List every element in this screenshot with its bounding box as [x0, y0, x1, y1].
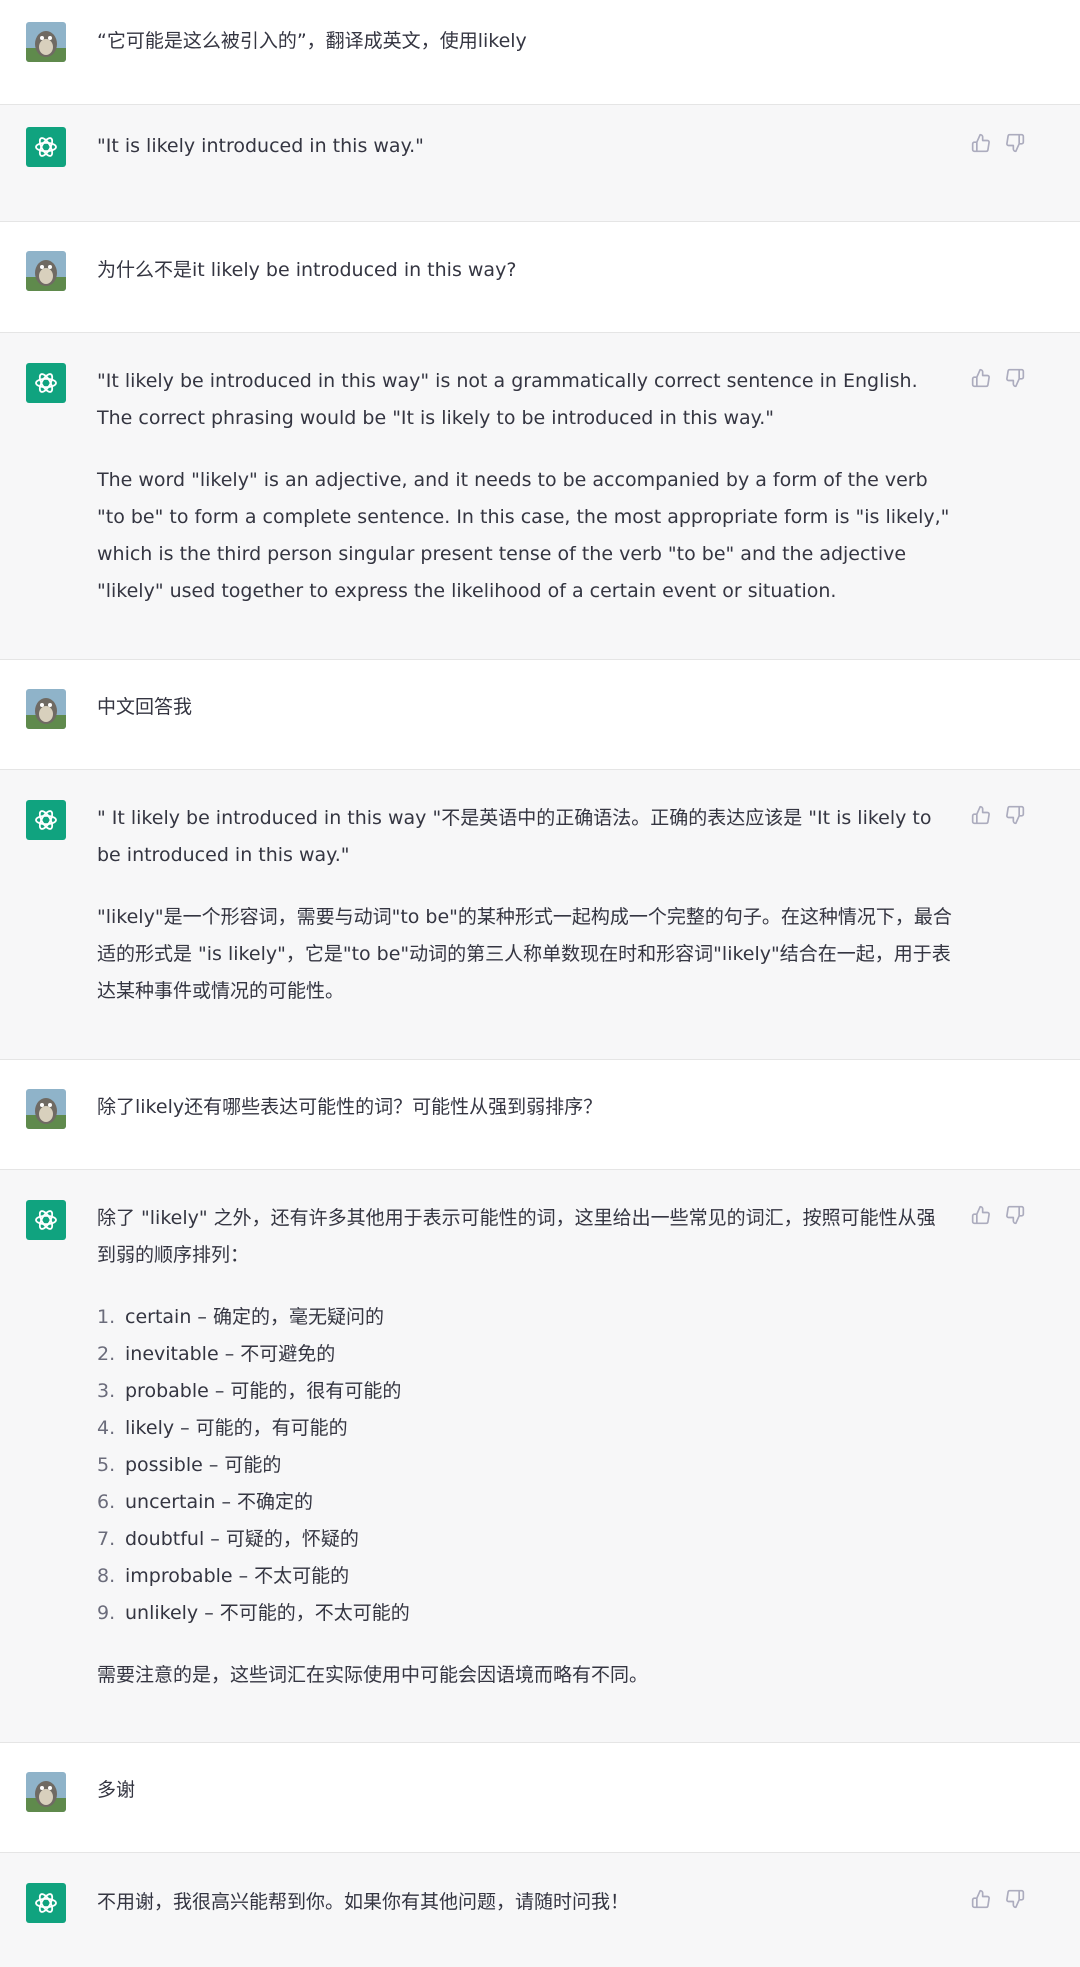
message-actions [968, 130, 1028, 160]
list-item: 7. doubtful – 可疑的，怀疑的 [97, 1528, 359, 1550]
thumbs-up-icon[interactable] [968, 1886, 994, 1912]
list-item: 3. probable – 可能的，很有可能的 [97, 1380, 402, 1402]
user-message: 多谢 [0, 1743, 1080, 1853]
user-avatar [26, 251, 66, 291]
list-item: 1. certain – 确定的，毫无疑问的 [97, 1306, 384, 1328]
assistant-message-text: 除了 "likely" 之外，还有许多其他用于表示可能性的词，这里给出一些常见的… [97, 1200, 953, 1694]
assistant-message: "It is likely introduced in this way." [0, 105, 1080, 222]
user-avatar [26, 1089, 66, 1129]
openai-logo-icon [26, 1200, 66, 1240]
thumbs-up-icon[interactable] [968, 802, 994, 828]
thumbs-up-icon[interactable] [968, 365, 994, 391]
list-item: 2. inevitable – 不可避免的 [97, 1343, 336, 1365]
list-item: 5. possible – 可能的 [97, 1454, 282, 1476]
assistant-message: " It likely be introduced in this way "不… [0, 770, 1080, 1060]
list-item: 8. improbable – 不太可能的 [97, 1565, 350, 1587]
assistant-message-text: "It is likely introduced in this way." [97, 135, 424, 157]
message-actions [968, 365, 1028, 395]
thumbs-down-icon[interactable] [1002, 130, 1028, 156]
thumbs-up-icon[interactable] [968, 130, 994, 156]
user-message-text: “它可能是这么被引入的”，翻译成英文，使用likely [97, 30, 527, 52]
user-message-text: 中文回答我 [97, 696, 193, 718]
message-actions [968, 1202, 1028, 1232]
list-item: 9. unlikely – 不可能的，不太可能的 [97, 1602, 410, 1624]
openai-logo-icon [26, 127, 66, 167]
user-message: 为什么不是it likely be introduced in this way… [0, 222, 1080, 333]
user-message-text: 除了likely还有哪些表达可能性的词？可能性从强到弱排序？ [97, 1096, 603, 1118]
assistant-message-text: 不用谢，我很高兴能帮到你。如果你有其他问题，请随时问我！ [97, 1891, 630, 1913]
user-message-text: 为什么不是it likely be introduced in this way… [97, 259, 517, 281]
openai-logo-icon [26, 1883, 66, 1923]
thumbs-up-icon[interactable] [968, 1202, 994, 1228]
message-actions [968, 802, 1028, 832]
user-message: “它可能是这么被引入的”，翻译成英文，使用likely [0, 0, 1080, 105]
user-message: 除了likely还有哪些表达可能性的词？可能性从强到弱排序？ [0, 1060, 1080, 1170]
thumbs-down-icon[interactable] [1002, 802, 1028, 828]
thumbs-down-icon[interactable] [1002, 1202, 1028, 1228]
assistant-message: "It likely be introduced in this way" is… [0, 333, 1080, 660]
openai-logo-icon [26, 363, 66, 403]
conversation-thread: “它可能是这么被引入的”，翻译成英文，使用likely "It is likel… [0, 0, 1080, 1967]
thumbs-down-icon[interactable] [1002, 365, 1028, 391]
user-message-text: 多谢 [97, 1779, 136, 1801]
openai-logo-icon [26, 800, 66, 840]
assistant-message: 不用谢，我很高兴能帮到你。如果你有其他问题，请随时问我！ [0, 1853, 1080, 1967]
possibility-word-list: 1. certain – 确定的，毫无疑问的 2. inevitable – 不可避… [97, 1299, 953, 1632]
user-avatar [26, 689, 66, 729]
user-avatar [26, 22, 66, 62]
thumbs-down-icon[interactable] [1002, 1886, 1028, 1912]
list-item: 4. likely – 可能的，有可能的 [97, 1417, 348, 1439]
assistant-message: 除了 "likely" 之外，还有许多其他用于表示可能性的词，这里给出一些常见的… [0, 1170, 1080, 1743]
assistant-message-text: " It likely be introduced in this way "不… [97, 807, 952, 1002]
user-avatar [26, 1772, 66, 1812]
message-actions [968, 1886, 1028, 1916]
user-message: 中文回答我 [0, 660, 1080, 770]
assistant-message-text: "It likely be introduced in this way" is… [97, 370, 950, 602]
list-item: 6. uncertain – 不确定的 [97, 1491, 314, 1513]
